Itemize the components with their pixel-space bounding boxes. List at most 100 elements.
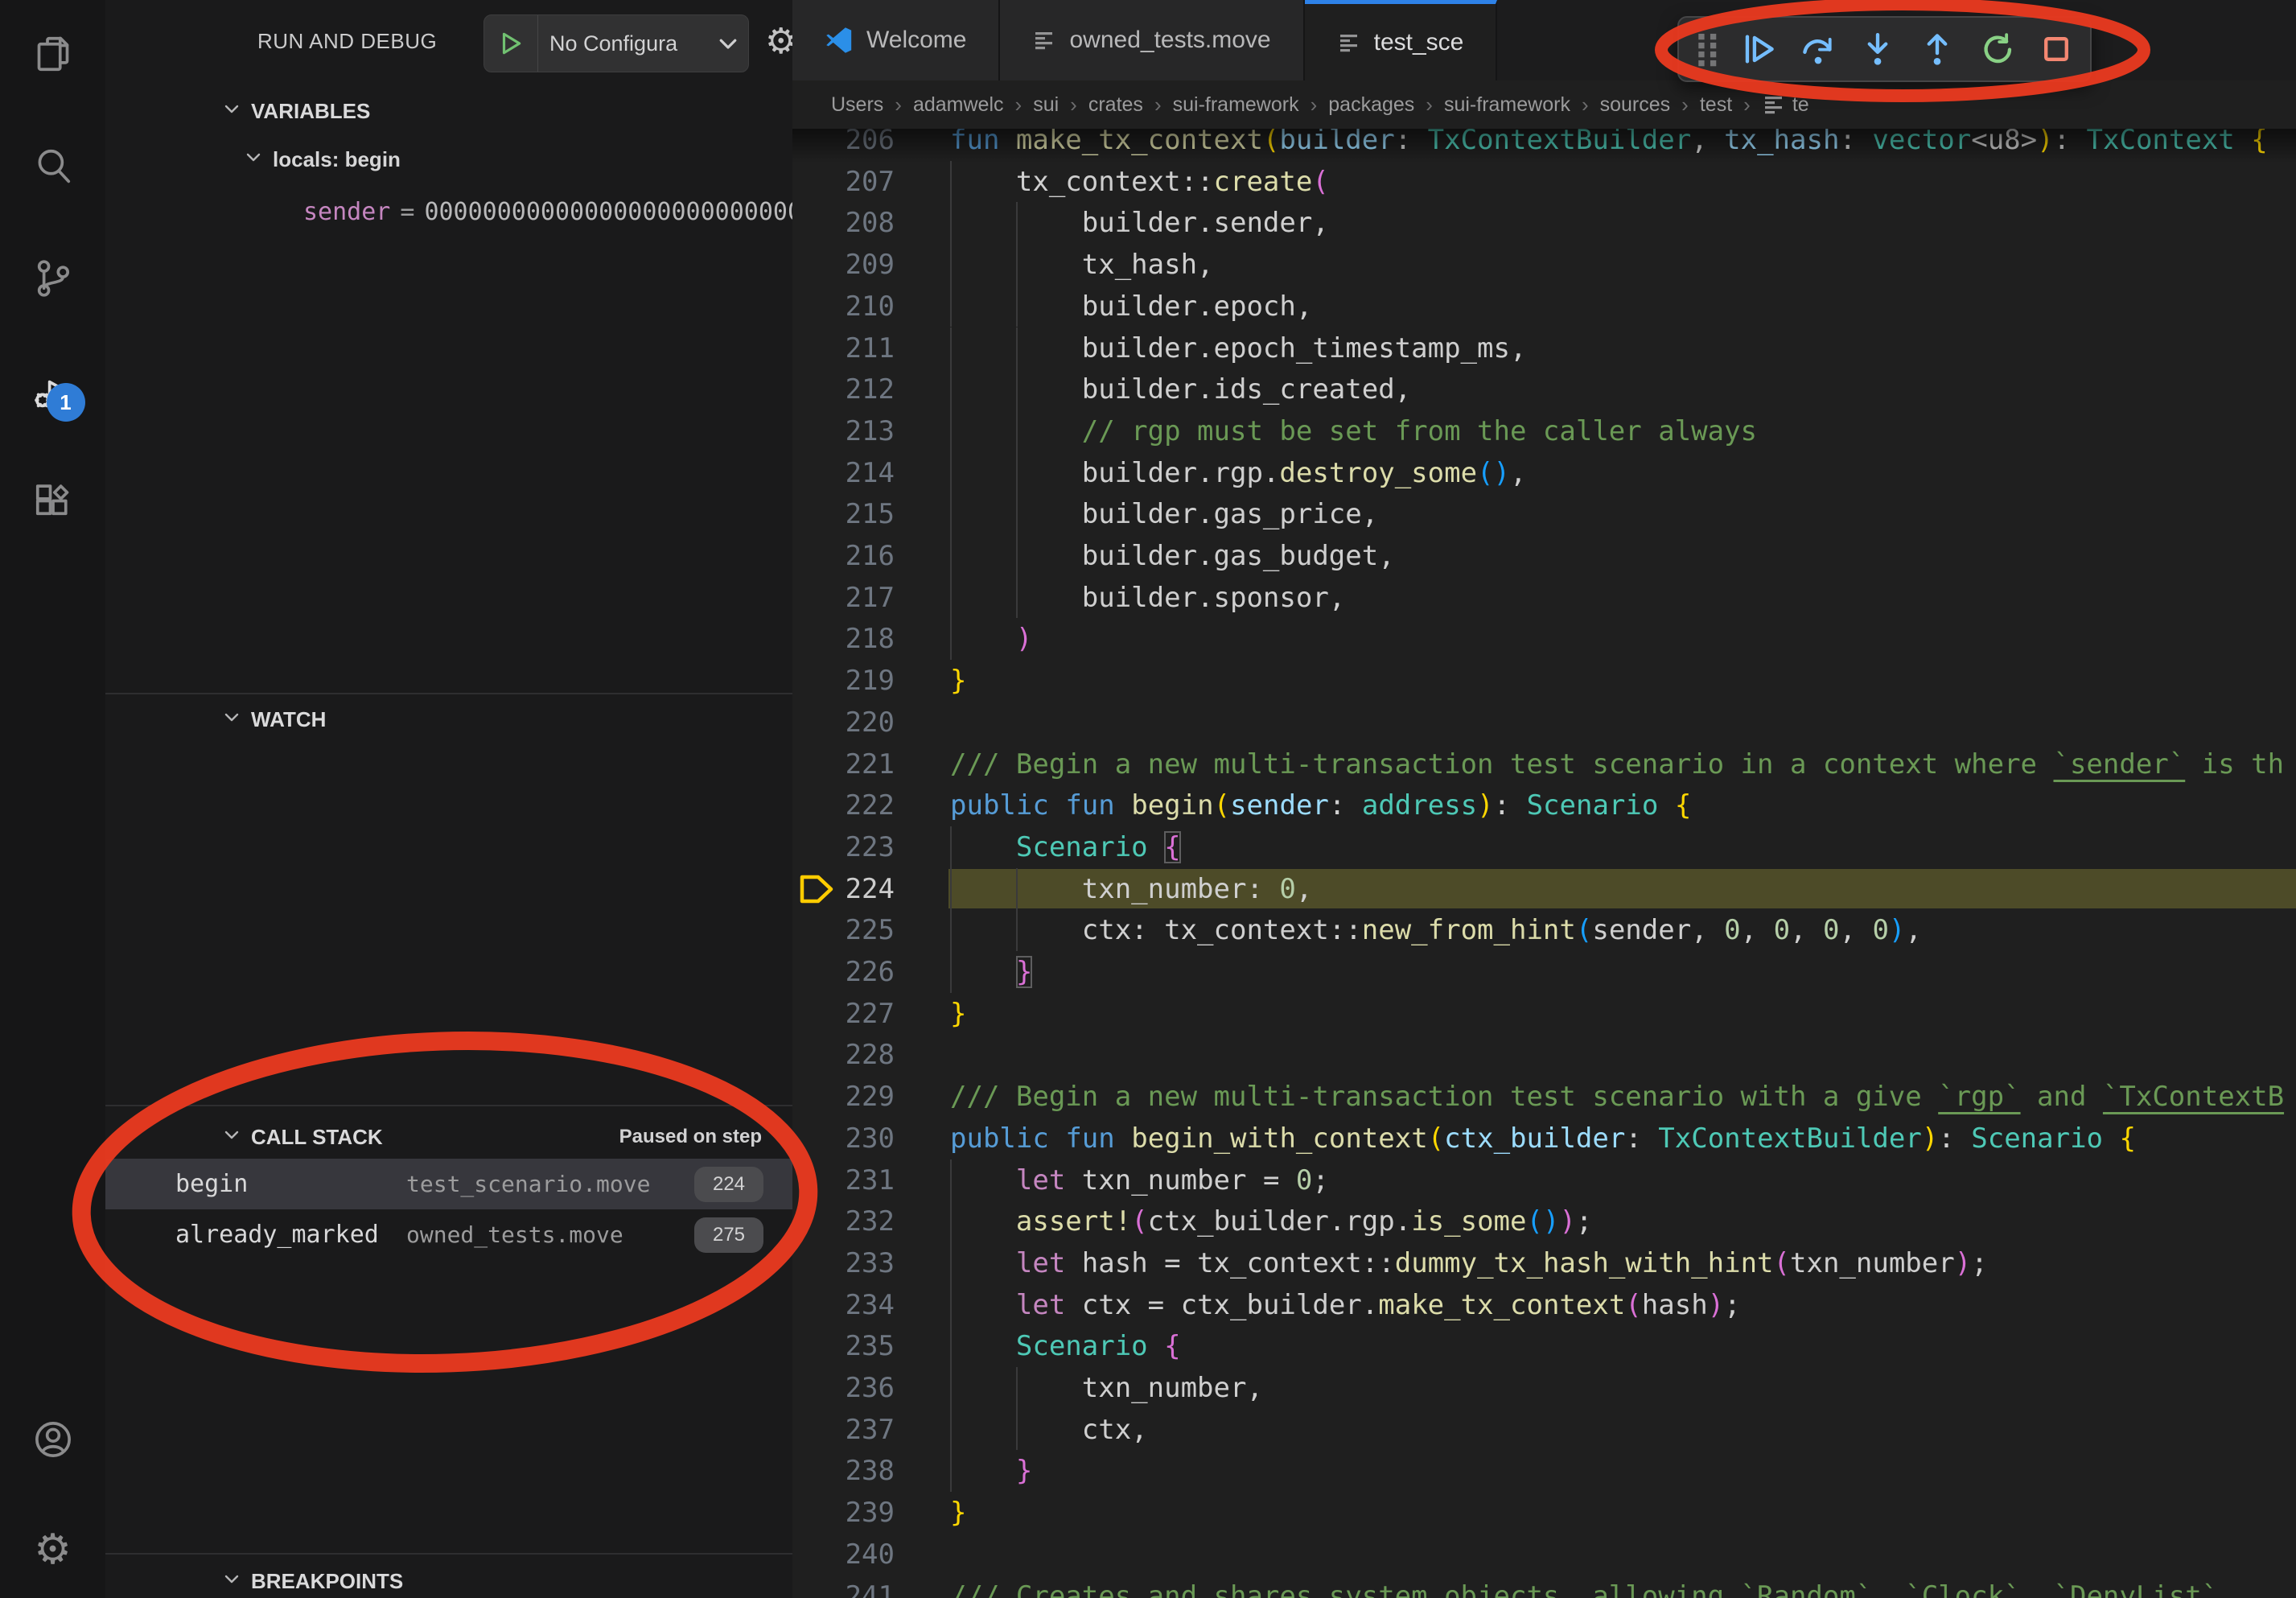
line-number[interactable]: 208 bbox=[792, 202, 895, 244]
run-and-debug-icon[interactable]: 1 bbox=[27, 365, 79, 417]
start-debugging-button[interactable] bbox=[484, 15, 538, 72]
breakpoints-section-header[interactable]: BREAKPOINTS bbox=[222, 1560, 403, 1598]
line-number[interactable]: 211 bbox=[792, 327, 895, 369]
line-number[interactable]: 226 bbox=[792, 951, 895, 993]
code-line-237[interactable]: 237 ctx, bbox=[792, 1409, 2296, 1451]
code-line-221[interactable]: 221/// Begin a new multi-transaction tes… bbox=[792, 743, 2296, 785]
code-line-227[interactable]: 227} bbox=[792, 993, 2296, 1035]
line-number[interactable]: 214 bbox=[792, 452, 895, 494]
code-line-225[interactable]: 225 ctx: tx_context::new_from_hint(sende… bbox=[792, 909, 2296, 951]
code-line-215[interactable]: 215 builder.gas_price, bbox=[792, 493, 2296, 535]
source-control-icon[interactable] bbox=[27, 253, 79, 304]
code-line-216[interactable]: 216 builder.gas_budget, bbox=[792, 535, 2296, 577]
line-number[interactable]: 213 bbox=[792, 410, 895, 452]
code-line-217[interactable]: 217 builder.sponsor, bbox=[792, 577, 2296, 619]
line-number[interactable]: 212 bbox=[792, 369, 895, 410]
line-number[interactable]: 229 bbox=[792, 1076, 895, 1118]
line-number[interactable]: 234 bbox=[792, 1284, 895, 1326]
step-out-button[interactable] bbox=[1911, 25, 1964, 73]
toolbar-gripper-icon[interactable] bbox=[1690, 25, 1726, 73]
code-line-239[interactable]: 239} bbox=[792, 1492, 2296, 1534]
code-line-229[interactable]: 229/// Begin a new multi-transaction tes… bbox=[792, 1076, 2296, 1118]
code-line-231[interactable]: 231 let txn_number = 0; bbox=[792, 1159, 2296, 1201]
line-number[interactable]: 221 bbox=[792, 743, 895, 785]
line-number[interactable]: 239 bbox=[792, 1492, 895, 1534]
settings-gear-icon[interactable]: ⚙ bbox=[27, 1524, 79, 1575]
line-number[interactable]: 241 bbox=[792, 1575, 895, 1598]
breadcrumb-item[interactable]: adamwelc bbox=[913, 93, 1004, 117]
line-number[interactable]: 218 bbox=[792, 618, 895, 660]
code-line-233[interactable]: 233 let hash = tx_context::dummy_tx_hash… bbox=[792, 1242, 2296, 1284]
tab-welcome[interactable]: Welcome bbox=[792, 0, 1000, 80]
line-number[interactable]: 233 bbox=[792, 1242, 895, 1284]
code-line-228[interactable]: 228 bbox=[792, 1034, 2296, 1076]
step-over-button[interactable] bbox=[1792, 25, 1845, 73]
call-stack-frame-begin[interactable]: begintest_scenario.move224 bbox=[105, 1159, 792, 1209]
line-number[interactable]: 216 bbox=[792, 535, 895, 577]
tab-owned_tests-move[interactable]: owned_tests.move bbox=[1000, 0, 1304, 80]
line-number[interactable]: 228 bbox=[792, 1034, 895, 1076]
code-line-236[interactable]: 236 txn_number, bbox=[792, 1367, 2296, 1409]
line-number[interactable]: 209 bbox=[792, 244, 895, 286]
breadcrumb-item[interactable]: sui-framework bbox=[1173, 93, 1299, 117]
code-line-210[interactable]: 210 builder.epoch, bbox=[792, 286, 2296, 327]
line-number[interactable]: 235 bbox=[792, 1325, 895, 1367]
code-line-226[interactable]: 226 } bbox=[792, 951, 2296, 993]
line-number[interactable]: 220 bbox=[792, 702, 895, 743]
line-number[interactable]: 207 bbox=[792, 161, 895, 203]
code-line-238[interactable]: 238 } bbox=[792, 1450, 2296, 1492]
breadcrumb-item[interactable]: sui bbox=[1033, 93, 1059, 117]
code-line-214[interactable]: 214 builder.rgp.destroy_some(), bbox=[792, 452, 2296, 494]
code-line-240[interactable]: 240 bbox=[792, 1534, 2296, 1575]
line-number[interactable]: 231 bbox=[792, 1159, 895, 1201]
code-line-220[interactable]: 220 bbox=[792, 702, 2296, 743]
code-line-223[interactable]: 223 Scenario { bbox=[792, 826, 2296, 868]
code-line-234[interactable]: 234 let ctx = ctx_builder.make_tx_contex… bbox=[792, 1284, 2296, 1326]
breadcrumb-item[interactable]: Users bbox=[831, 93, 883, 117]
code-line-207[interactable]: 207 tx_context::create( bbox=[792, 161, 2296, 203]
tab-test_sce[interactable]: test_sce bbox=[1305, 0, 1498, 80]
code-line-212[interactable]: 212 builder.ids_created, bbox=[792, 369, 2296, 410]
search-icon[interactable] bbox=[27, 141, 79, 192]
line-number[interactable]: 232 bbox=[792, 1201, 895, 1242]
code-line-222[interactable]: 222public fun begin(sender: address): Sc… bbox=[792, 785, 2296, 826]
code-line-209[interactable]: 209 tx_hash, bbox=[792, 244, 2296, 286]
code-line-219[interactable]: 219} bbox=[792, 660, 2296, 702]
call-stack-frame-already_marked[interactable]: already_markedowned_tests.move275 bbox=[105, 1209, 792, 1260]
breadcrumb-item[interactable]: sources bbox=[1600, 93, 1671, 117]
account-icon[interactable] bbox=[27, 1414, 79, 1465]
config-dropdown-label[interactable]: No Configura bbox=[538, 31, 714, 56]
step-into-button[interactable] bbox=[1851, 25, 1904, 73]
code-line-218[interactable]: 218 ) bbox=[792, 618, 2296, 660]
line-number[interactable]: 223 bbox=[792, 826, 895, 868]
line-number[interactable]: 236 bbox=[792, 1367, 895, 1409]
line-number[interactable]: 215 bbox=[792, 493, 895, 535]
line-number[interactable]: 227 bbox=[792, 993, 895, 1035]
code-line-213[interactable]: 213 // rgp must be set from the caller a… bbox=[792, 410, 2296, 452]
code-line-208[interactable]: 208 builder.sender, bbox=[792, 202, 2296, 244]
call-stack-section-header[interactable]: CALL STACK Paused on step bbox=[105, 1116, 792, 1158]
breadcrumb-item[interactable]: crates bbox=[1088, 93, 1143, 117]
watch-section-header[interactable]: WATCH bbox=[222, 698, 326, 740]
variables-section-header[interactable]: VARIABLES bbox=[222, 90, 370, 132]
code-line-241[interactable]: 241/// Creates and shares system objects… bbox=[792, 1575, 2296, 1598]
extensions-icon[interactable] bbox=[27, 478, 79, 529]
code-line-230[interactable]: 230public fun begin_with_context(ctx_bui… bbox=[792, 1118, 2296, 1159]
line-number[interactable]: 225 bbox=[792, 909, 895, 951]
restart-button[interactable] bbox=[1970, 25, 2023, 73]
line-number[interactable]: 219 bbox=[792, 660, 895, 702]
breadcrumb-item-file[interactable]: te bbox=[1762, 93, 1809, 117]
code-line-224[interactable]: 224 txn_number: 0, bbox=[792, 868, 2296, 910]
continue-button[interactable] bbox=[1732, 25, 1785, 73]
breadcrumb-item[interactable]: packages bbox=[1328, 93, 1414, 117]
breadcrumb-item[interactable]: sui-framework bbox=[1444, 93, 1570, 117]
line-number[interactable]: 240 bbox=[792, 1534, 895, 1575]
line-number[interactable]: 217 bbox=[792, 577, 895, 619]
launch-config-control[interactable]: No Configura bbox=[483, 14, 749, 72]
stop-button[interactable] bbox=[2030, 25, 2083, 73]
code-editor[interactable]: 206fun make_tx_context(builder: TxContex… bbox=[792, 0, 2296, 1598]
line-number[interactable]: 224 bbox=[792, 868, 895, 910]
code-line-232[interactable]: 232 assert!(ctx_builder.rgp.is_some()); bbox=[792, 1201, 2296, 1242]
line-number[interactable]: 210 bbox=[792, 286, 895, 327]
code-line-235[interactable]: 235 Scenario { bbox=[792, 1325, 2296, 1367]
